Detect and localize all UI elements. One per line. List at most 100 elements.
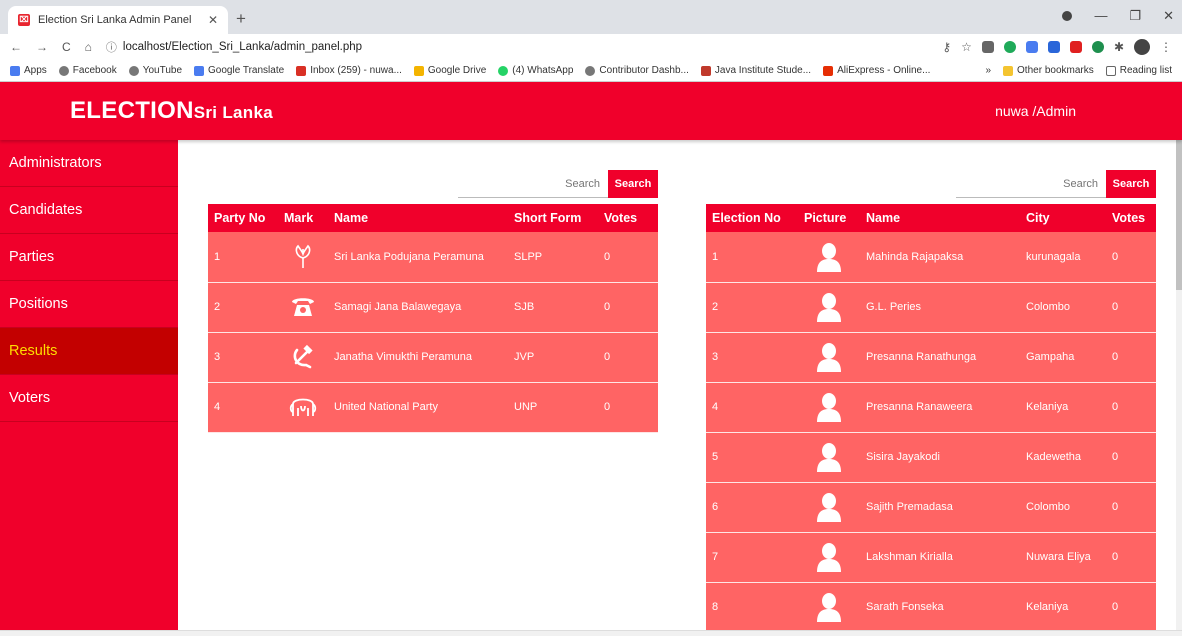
extension-icon-6[interactable] (1091, 41, 1104, 53)
table-row[interactable]: 4 United National Party UNP 0 (208, 382, 658, 432)
globe-icon (58, 65, 69, 76)
col-short-form: Short Form (514, 211, 582, 225)
new-tab-icon[interactable]: + (236, 9, 246, 29)
favicon-icon: ⌧ (18, 14, 30, 26)
home-icon[interactable]: ⌂ (85, 40, 92, 54)
info-icon[interactable]: ⓘ (106, 39, 117, 55)
forward-icon[interactable]: → (36, 40, 48, 54)
extension-icon-3[interactable] (1025, 41, 1038, 53)
reading-list[interactable]: Reading list (1105, 65, 1172, 76)
table-row[interactable]: 5 Sisira Jayakodi Kadewetha 0 (706, 432, 1156, 482)
minimize-icon[interactable]: — (1094, 8, 1107, 24)
person-avatar-icon (798, 532, 860, 582)
person-avatar-icon (798, 232, 860, 282)
key-icon[interactable]: ⚷ (942, 40, 951, 54)
candidate-name: G.L. Peries (866, 301, 922, 313)
bookmark-google-drive[interactable]: Google Drive (413, 65, 486, 76)
hammer-sickle-icon (278, 332, 328, 382)
user-label[interactable]: nuwa /Admin (995, 103, 1076, 119)
table-row[interactable]: 2 Samagi Jana Balawegaya SJB 0 (208, 282, 658, 332)
reading-list-icon (1105, 65, 1116, 76)
party-name: Sri Lanka Podujana Peramuna (334, 250, 484, 263)
drive-icon (413, 65, 424, 76)
table-row[interactable]: 3 Presanna Ranathunga Gampaha 0 (706, 332, 1156, 382)
bookmark-google-translate[interactable]: Google Translate (194, 65, 284, 76)
party-votes: 0 (604, 250, 611, 263)
candidate-name: Presanna Ranathunga (866, 351, 977, 363)
party-short: SJB (514, 301, 535, 313)
brand-logo[interactable]: ELECTIONSri Lanka (70, 97, 273, 125)
party-short: JVP (514, 351, 535, 363)
col-votes: Votes (1112, 211, 1146, 225)
candidates-search-button[interactable]: Search (1106, 170, 1156, 198)
puzzle-icon[interactable]: ✱ (1114, 40, 1124, 54)
profile-avatar[interactable] (1134, 39, 1150, 55)
party-votes: 0 (604, 351, 611, 363)
election-no: 2 (712, 301, 719, 313)
table-row[interactable]: 1 Sri Lanka Podujana Peramuna SLPP 0 (208, 232, 658, 282)
sidebar-item-results[interactable]: Results (0, 328, 178, 375)
table-row[interactable]: 1 Mahinda Rajapaksa kurunagala 0 (706, 232, 1156, 282)
extension-icon-2[interactable] (1003, 41, 1016, 53)
bookmark-apps[interactable]: Apps (10, 65, 47, 76)
election-no: 1 (712, 250, 719, 263)
sidebar-item-parties[interactable]: Parties (0, 234, 178, 281)
col-name: Name (866, 211, 901, 225)
candidates-panel: Search Election No Picture Name City Vot… (706, 170, 1156, 633)
extension-icon-1[interactable] (981, 41, 994, 53)
star-icon[interactable]: ☆ (961, 40, 972, 54)
bookmark-whatsapp[interactable]: (4) WhatsApp (498, 65, 573, 76)
extension-icon-4[interactable] (1047, 41, 1060, 53)
bookmark-aliexpress[interactable]: AliExpress - Online... (823, 65, 930, 76)
other-bookmarks[interactable]: Other bookmarks (1003, 65, 1094, 76)
bookmark-youtube[interactable]: YouTube (128, 65, 182, 76)
election-no: 3 (712, 351, 719, 363)
candidate-city: Nuwara Eliya (1026, 551, 1091, 563)
table-row[interactable]: 7 Lakshman Kirialla Nuwara Eliya 0 (706, 532, 1156, 582)
candidates-search-input[interactable] (956, 170, 1106, 198)
sidebar-item-administrators[interactable]: Administrators (0, 140, 178, 187)
more-bookmarks-icon[interactable]: » (985, 65, 991, 76)
maximize-icon[interactable]: ❐ (1129, 8, 1141, 24)
party-votes: 0 (604, 301, 611, 313)
extension-icon-5[interactable] (1069, 41, 1082, 53)
browser-tab[interactable]: ⌧ Election Sri Lanka Admin Panel ✕ (8, 6, 228, 34)
table-row[interactable]: 2 G.L. Peries Colombo 0 (706, 282, 1156, 332)
sidebar-item-voters[interactable]: Voters (0, 375, 178, 422)
party-name: United National Party (334, 401, 438, 413)
person-avatar-icon (798, 482, 860, 532)
parties-table-header: Party No Mark Name Short Form Votes (208, 204, 658, 232)
party-votes: 0 (604, 401, 611, 413)
bookmark-contributor[interactable]: Contributor Dashb... (585, 65, 689, 76)
bookmark-inbox[interactable]: Inbox (259) - nuwa... (296, 65, 402, 76)
sidebar-item-candidates[interactable]: Candidates (0, 187, 178, 234)
table-row[interactable]: 3 Janatha Vimukthi Peramuna JVP 0 (208, 332, 658, 382)
menu-dots-icon[interactable]: ⋮ (1160, 40, 1172, 54)
horizontal-scrollbar[interactable] (0, 630, 1182, 636)
flower-icon (278, 232, 328, 282)
url-field[interactable]: ⓘ localhost/Election_Sri_Lanka/admin_pan… (106, 39, 928, 55)
table-row[interactable]: 6 Sajith Premadasa Colombo 0 (706, 482, 1156, 532)
extension-icons: ⚷ ☆ ✱ ⋮ (942, 39, 1172, 55)
address-bar: ← → C ⌂ ⓘ localhost/Election_Sri_Lanka/a… (0, 34, 1182, 60)
bookmark-facebook[interactable]: Facebook (58, 65, 117, 76)
parties-search-input[interactable] (458, 170, 608, 198)
parties-panel: Search Party No Mark Name Short Form Vot… (208, 170, 658, 433)
bookmark-java-institute[interactable]: Java Institute Stude... (700, 65, 811, 76)
parties-search-button[interactable]: Search (608, 170, 658, 198)
table-row[interactable]: 8 Sarath Fonseka Kelaniya 0 (706, 582, 1156, 632)
party-name: Janatha Vimukthi Peramuna (334, 351, 472, 363)
person-avatar-icon (798, 332, 860, 382)
table-row[interactable]: 4 Presanna Ranaweera Kelaniya 0 (706, 382, 1156, 432)
back-icon[interactable]: ← (10, 40, 22, 54)
sidebar-item-positions[interactable]: Positions (0, 281, 178, 328)
reload-icon[interactable]: C (62, 40, 71, 54)
candidate-votes: 0 (1112, 401, 1119, 413)
record-icon[interactable] (1062, 11, 1073, 21)
close-tab-icon[interactable]: ✕ (208, 13, 218, 27)
col-party-no: Party No (214, 211, 266, 225)
browser-tab-bar: ⌧ Election Sri Lanka Admin Panel ✕ + — ❐… (0, 0, 1182, 34)
candidate-votes: 0 (1112, 601, 1119, 613)
close-window-icon[interactable]: ✕ (1163, 8, 1174, 24)
bookmarks-right: » Other bookmarks Reading list (985, 65, 1172, 76)
